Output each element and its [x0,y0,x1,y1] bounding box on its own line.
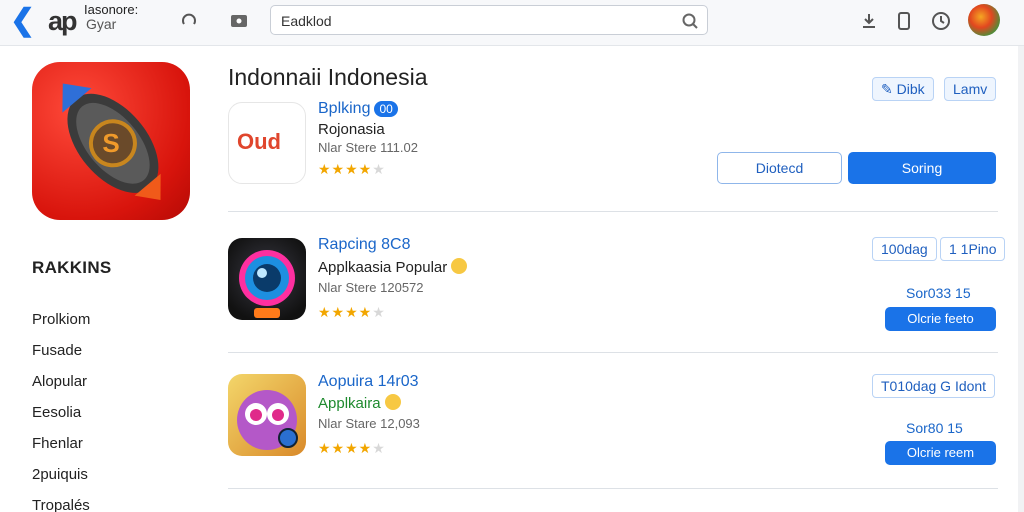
divider [228,211,998,212]
search-icon[interactable] [681,12,699,30]
top-bar: ❮ ap Iasonore: Gyar [0,0,1024,46]
divider [228,352,998,353]
row-app-subtitle: Applkaasia Popular [318,258,468,276]
featured-app-name-text: Bplking [318,100,371,117]
clock-icon[interactable] [930,10,952,32]
featured-rating: ★★★★★ [318,161,386,177]
row-app-subtitle: Applkaira [318,394,401,412]
featured-app-meta: Nlar Stere 111.02 [318,140,418,155]
app-subtitle: Gyar [86,16,117,32]
emoji-icon [451,258,468,274]
featured-secondary-button[interactable]: Diotecd [717,152,842,184]
featured-app-name[interactable]: Bplking 00 [318,100,398,118]
rankings-list: Prolkiom Fusade Alopular Eesolia Fhenlar… [32,308,90,512]
sidebar-item[interactable]: Eesolia [32,401,90,432]
row-score: Sor033 15 [906,285,971,301]
avatar[interactable] [968,4,1000,36]
featured-app-subtitle: Rojonasia [318,121,385,138]
row-score: Sor80 15 [906,420,963,436]
row-action-button[interactable]: Olcrie reem [885,441,996,465]
scrollbar[interactable] [1018,46,1024,512]
row-app-meta: Nlar Stere 120572 [318,280,424,295]
row-app-name[interactable]: Rapcing 8C8 [318,236,411,254]
image-icon[interactable] [228,10,250,32]
row-app-meta: Nlar Stare 12,093 [318,416,420,431]
search-input[interactable] [281,11,661,31]
row-app-name[interactable]: Aopuira 14r03 [318,373,419,391]
row-app-subtitle-text: Applkaira [318,395,381,412]
featured-badge: 00 [374,100,398,117]
sidebar-item[interactable]: 2puiquis [32,463,90,494]
rankings-title: RAKKINS [32,258,112,277]
emoji-icon [384,394,401,410]
back-icon[interactable]: ❮ [10,6,36,36]
app-logo: ap [48,6,78,36]
row-rating: ★★★★★ [318,304,386,320]
featured-app-icon[interactable]: S [32,62,190,220]
row-pill[interactable]: T010dag G Idont [872,374,996,398]
row-rating: ★★★★★ [318,440,386,456]
oud-app-icon[interactable]: Oud [228,102,306,184]
page-title: Indonnaii Indonesia [228,64,428,90]
divider [228,488,998,489]
sidebar-item[interactable]: Prolkiom [32,308,90,339]
oud-logo-text: Oud [237,129,281,154]
sidebar-item[interactable]: Alopular [32,370,90,401]
featured-primary-button[interactable]: Soring [848,152,996,184]
app-title: Iasonore: [84,2,139,17]
row-pill[interactable]: 100dag [872,237,937,261]
more-pill[interactable]: Lamv [944,77,997,101]
camera-lens-icon[interactable] [228,238,306,320]
pill-label: Dibk [896,81,925,97]
edit-pill[interactable]: ✎ Dibk [872,77,934,101]
refresh-icon[interactable] [178,10,200,32]
cartoon-owl-icon[interactable] [228,374,306,456]
sidebar-item[interactable]: Fhenlar [32,432,90,463]
search-bar[interactable] [270,5,708,35]
sidebar-item[interactable]: Fusade [32,339,90,370]
phone-icon[interactable] [893,10,915,32]
sidebar-item[interactable]: Tropalés [32,494,90,512]
row-app-subtitle-text: Applkaasia Popular [318,259,448,276]
download-icon[interactable] [858,10,880,32]
svg-text:S: S [102,128,119,158]
row-action-button[interactable]: Olcrie feeto [885,307,996,331]
row-pill[interactable]: 1 1Pino [940,237,1006,261]
